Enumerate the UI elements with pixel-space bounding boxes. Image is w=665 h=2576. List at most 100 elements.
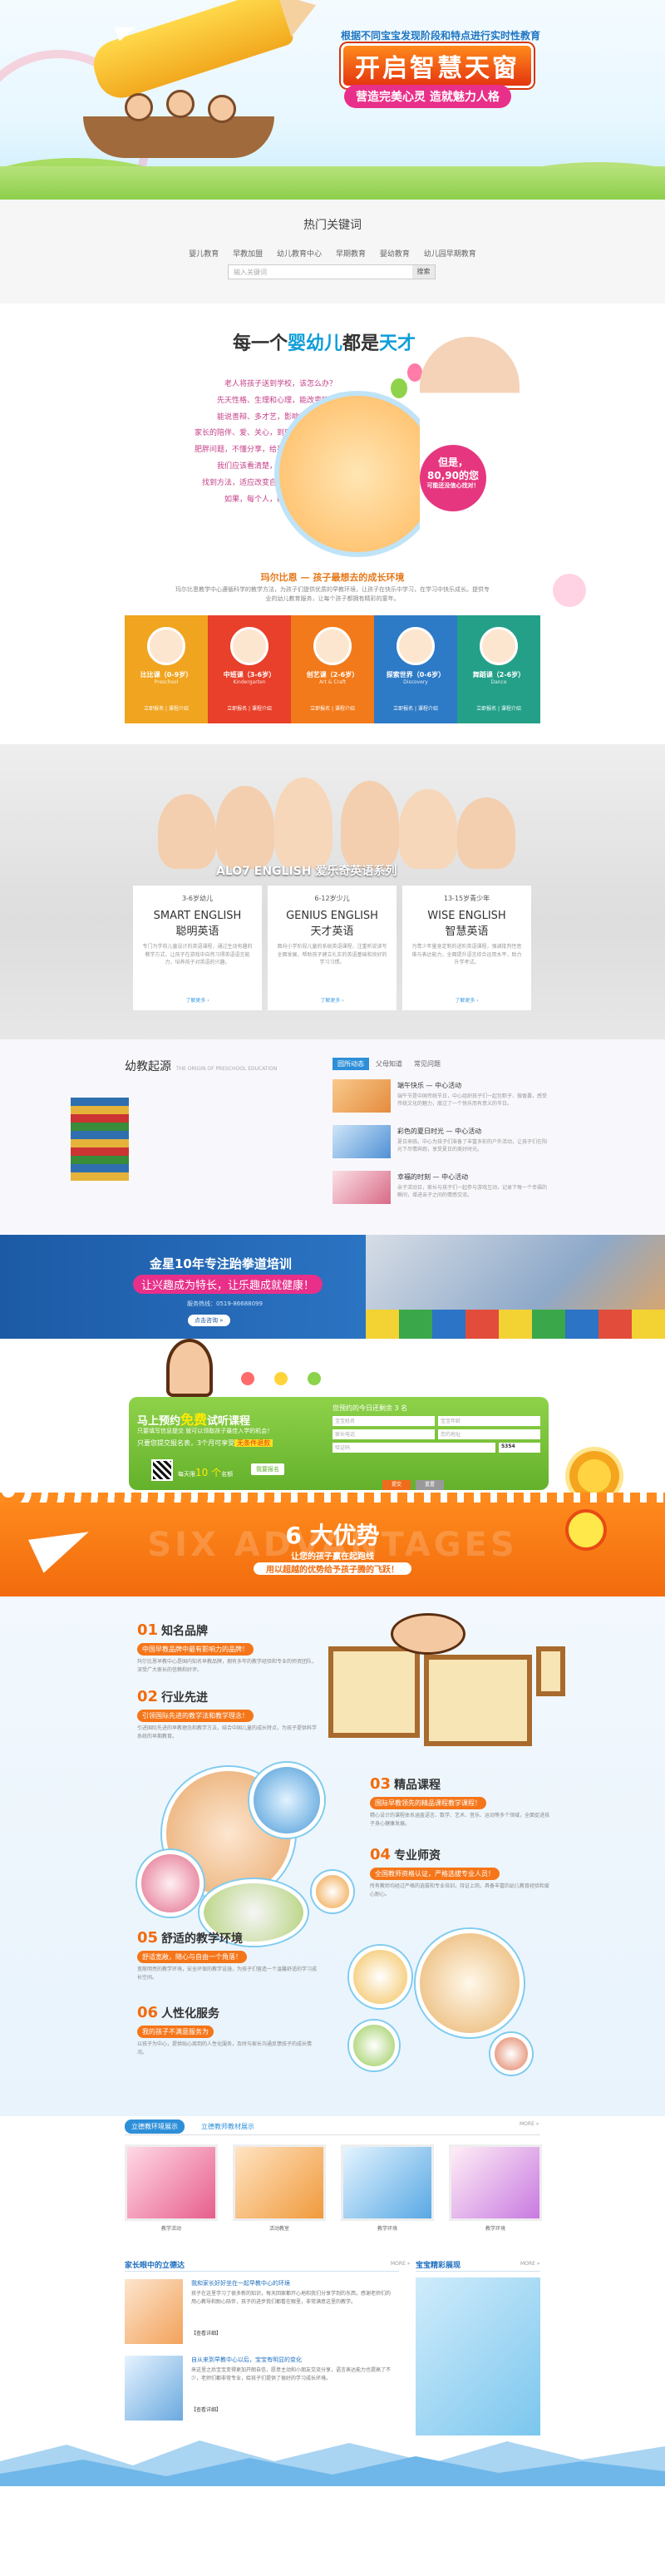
quota-part: 每天限: [178, 1471, 195, 1478]
divider: [125, 2271, 399, 2272]
course-links[interactable]: 立即报名 | 课程介绍: [208, 704, 291, 712]
child-age-field[interactable]: 宝宝年龄: [438, 1416, 540, 1426]
course-label: Preschool: [154, 679, 179, 685]
reset-button[interactable]: 重置: [416, 1480, 444, 1490]
news-title[interactable]: 彩色的夏日时光 — 中心活动: [397, 1127, 481, 1136]
consult-button[interactable]: 点击咨询 »: [188, 1315, 230, 1326]
advantage-number: 01: [137, 1621, 159, 1639]
baby-showcase-photo[interactable]: [416, 2277, 540, 2435]
title-part: 都是: [342, 333, 380, 354]
more-link[interactable]: 了解更多 ›: [133, 996, 262, 1004]
photo-circle: [349, 1946, 411, 2008]
kids-illustration: [391, 1613, 466, 1655]
course-label: Dance: [490, 679, 507, 685]
boat-illustration: [83, 116, 274, 158]
child-name-field[interactable]: 宝宝姓名: [332, 1416, 435, 1426]
testimonial-item: 自从来到早教中心以后，宝宝有明显的变化 来这里之后宝宝变得更加开朗自信，愿意主动…: [125, 2356, 399, 2426]
advantage-text: 引进国际先进的早教理念和教学方法，结合中国儿童的成长特点，为孩子提供科学系统的早…: [137, 1725, 318, 1740]
section-title: 6 大优势: [285, 1522, 380, 1549]
gallery-image[interactable]: [233, 2144, 326, 2221]
address-field[interactable]: 您的地址: [438, 1429, 540, 1439]
testimonial-title[interactable]: 自从来到早教中心以后，宝宝有明显的变化: [191, 2356, 302, 2364]
course-name-cn: 智慧英语: [445, 925, 489, 938]
keyword-link[interactable]: 早期教育: [336, 250, 366, 259]
course-card[interactable]: 舞蹈课（2-6岁） Dance 立即报名 | 课程介绍: [457, 615, 540, 723]
submit-button[interactable]: 提交: [382, 1480, 411, 1490]
more-link[interactable]: 了解更多 ›: [402, 996, 531, 1004]
news-item[interactable]: 幸福的时刻 — 中心活动 亲子活动日，家长与孩子们一起参与游戏互动，记录下每一个…: [332, 1171, 549, 1206]
course-box: 13-15岁青少年 WISE ENGLISH 智慧英语 为青少年量身定制的进阶英…: [402, 886, 531, 1010]
more-link[interactable]: MORE »: [391, 2261, 410, 2267]
tab-school-news[interactable]: 园所动态: [332, 1058, 369, 1070]
news-item[interactable]: 彩色的夏日时光 — 中心活动 夏日来临，中心为孩子们准备了丰富多彩的户外活动，让…: [332, 1125, 549, 1160]
gallery-caption: 教学环境: [377, 2226, 397, 2232]
captcha-field[interactable]: 验证码: [332, 1443, 495, 1453]
course-name-cn: 天才英语: [310, 925, 354, 938]
trial-line: 只要填写信息提交 就可以领取孩子最佳入学的机会！: [137, 1428, 273, 1434]
tab-faq[interactable]: 常见问题: [409, 1058, 446, 1070]
advantage-name: 行业先进: [161, 1691, 209, 1705]
flower-icon: [241, 1372, 254, 1385]
course-card[interactable]: 中班课（3-6岁） Kindergarten 立即报名 | 课程介绍: [208, 615, 291, 723]
gallery-image[interactable]: [449, 2144, 542, 2221]
advantage-name: 专业师资: [394, 1849, 441, 1863]
news-title[interactable]: 端午快乐 — 中心活动: [397, 1081, 461, 1090]
more-link[interactable]: MORE »: [520, 2121, 539, 2127]
advantage-number: 02: [137, 1688, 159, 1705]
course-links[interactable]: 立即报名 | 课程介绍: [374, 704, 457, 712]
course-name-en: GENIUS ENGLISH: [286, 910, 378, 922]
more-link[interactable]: 了解更多 ›: [268, 996, 397, 1004]
keyword-link[interactable]: 幼儿教育中心: [277, 250, 322, 259]
promo-badge: 但是， 80,90的您 可能还没信心找对！: [420, 445, 486, 511]
search-input[interactable]: 输入关键词: [228, 264, 436, 279]
detail-link[interactable]: 【查看详细】: [191, 2329, 221, 2337]
search-button[interactable]: 搜索: [412, 265, 435, 279]
keyword-link[interactable]: 婴幼教育: [380, 250, 410, 259]
tab-environment[interactable]: 立德教环境展示: [125, 2120, 185, 2134]
tab-materials[interactable]: 立德教师教材展示: [195, 2120, 261, 2134]
news-title[interactable]: 幸福的时刻 — 中心活动: [397, 1172, 468, 1182]
title-text: 马上预约: [137, 1415, 181, 1428]
detail-link[interactable]: 【查看详细】: [191, 2406, 221, 2413]
keyword-link[interactable]: 婴儿教育: [189, 250, 219, 259]
section-title: 家长眼中的立德达: [125, 2262, 185, 2270]
free-highlight: 免费: [180, 1412, 208, 1428]
advantage-number: 06: [137, 2004, 159, 2021]
course-links[interactable]: 立即报名 | 课程介绍: [291, 704, 374, 712]
advantage-tag: 引领国际先进的教学法和教学理念！: [137, 1710, 254, 1722]
course-card[interactable]: 创艺课（2-6岁） Art & Craft 立即报名 | 课程介绍: [291, 615, 374, 723]
gallery-image[interactable]: [341, 2144, 434, 2221]
course-card[interactable]: 比比课（0-9岁） Preschool 立即报名 | 课程介绍: [125, 615, 208, 723]
testimonial-text: 来这里之后宝宝变得更加开朗自信，愿意主动和小朋友交流分享，语言表达能力也提高了不…: [191, 2367, 392, 2381]
news-desc: 夏日来临，中心为孩子们准备了丰富多彩的户外活动，让孩子们在阳光下尽情奔跑，享受夏…: [397, 1139, 548, 1152]
course-links[interactable]: 立即报名 | 课程介绍: [457, 704, 540, 712]
course-links[interactable]: 立即报名 | 课程介绍: [125, 704, 208, 712]
balloon-icon: [391, 378, 407, 398]
hero-title: 开启智慧天窗: [341, 43, 534, 88]
news-item[interactable]: 端午快乐 — 中心活动 端午节是中国传统节日，中心组织孩子们一起包粽子、做香囊，…: [332, 1079, 549, 1114]
trial-text: 只要您提交报名表，3个月可享受: [137, 1439, 235, 1447]
gallery-image[interactable]: [125, 2144, 218, 2221]
trial-line: 只要您提交报名表，3个月可享受 无条件退款: [137, 1439, 273, 1448]
alo7-english-section: ALO7 ENGLISH 爱乐奇英语系列 3-6岁幼儿 SMART ENGLIS…: [0, 744, 665, 1039]
tab-parents[interactable]: 父母知道: [371, 1058, 407, 1070]
course-name: 中班课（3-6岁）: [223, 671, 276, 679]
advantages-detail: 01 知名品牌 中国早教品牌中最有影响力的品牌！ 玛尔比恩早教中心是国内知名早教品…: [0, 1596, 665, 2116]
keyword-link[interactable]: 早教加盟: [233, 250, 263, 259]
section-description: 玛尔比恩教学中心遵循科学的教学方法，为孩子们提供优质的早教环境，让孩子在快乐中学…: [175, 586, 490, 603]
qr-code-icon: [151, 1459, 173, 1481]
more-link[interactable]: MORE »: [520, 2261, 539, 2267]
phone-field[interactable]: 家长电话: [332, 1429, 435, 1439]
hero-tagline: 根据不同宝宝发现阶段和特点进行实时性教育: [341, 30, 541, 42]
age-range: 13-15岁青少年: [443, 895, 490, 902]
signup-button[interactable]: 我要报名: [251, 1463, 284, 1475]
course-card[interactable]: 探索世界（0-6岁） Discovery 立即报名 | 课程介绍: [374, 615, 457, 723]
keyword-link[interactable]: 幼儿园早期教育: [424, 250, 476, 259]
advantage-name: 舒适的教学环境: [161, 1932, 244, 1946]
environment-gallery: 立德教环境展示 立德教师教材展示 MORE » 教学活动 活动教室 教学环境 教…: [0, 2116, 665, 2249]
testimonial-title[interactable]: 我和家长好好坐在一起早教中心的环境: [191, 2279, 290, 2287]
advantage-tag: 国际早教领先的精品课程教学课程！: [370, 1797, 486, 1809]
divider: [416, 2271, 540, 2272]
gallery-caption: 活动教室: [268, 2226, 289, 2232]
captcha-image[interactable]: 5354: [499, 1443, 540, 1453]
